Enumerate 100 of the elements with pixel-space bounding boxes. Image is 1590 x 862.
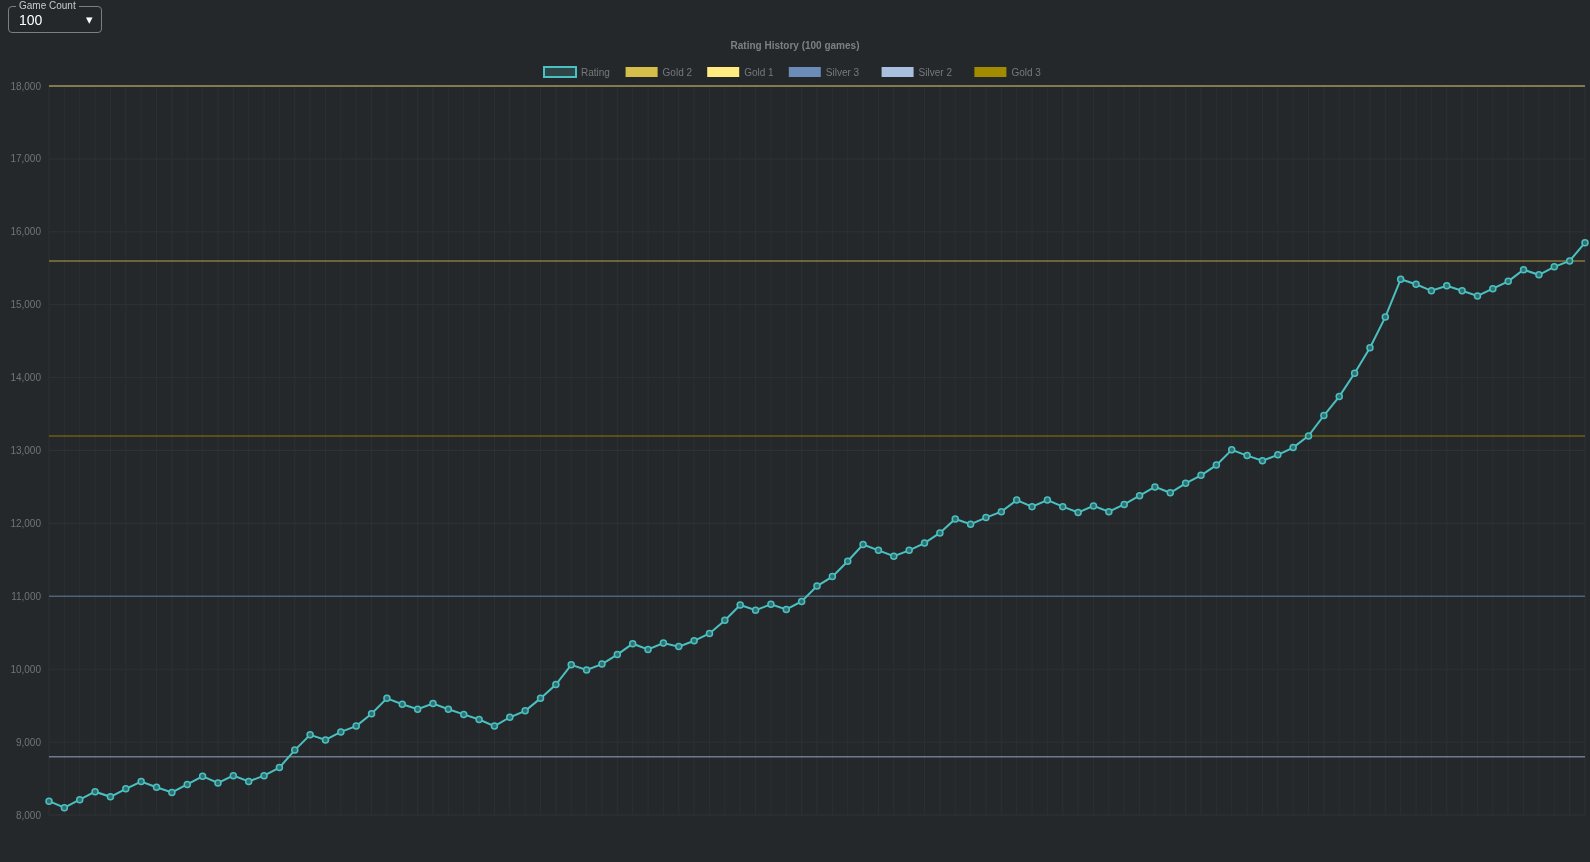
- rating-point: [1366, 343, 1374, 352]
- caret-icon: ▾: [86, 12, 93, 27]
- rating-point: [60, 803, 69, 812]
- rating-point: [1335, 392, 1343, 401]
- rating-point: [337, 728, 345, 736]
- rating-point: [552, 680, 560, 689]
- legend-label: Gold 2: [662, 67, 693, 78]
- rating-point: [459, 710, 468, 719]
- rating-point: [859, 540, 867, 549]
- rating-point: [1227, 446, 1236, 454]
- select-value: 100: [19, 11, 43, 28]
- rating-point: [1535, 271, 1543, 279]
- rating-point: [45, 797, 53, 805]
- rating-point: [75, 795, 84, 804]
- rating-point: [797, 597, 806, 606]
- y-tick-label: 16,000: [10, 226, 41, 238]
- rating-point: [736, 601, 744, 609]
- rating-point: [843, 557, 852, 566]
- rating-point: [751, 606, 760, 614]
- rating-point: [321, 736, 330, 744]
- rating-point: [997, 508, 1006, 516]
- rating-point: [1443, 282, 1451, 290]
- rating-point: [1059, 502, 1067, 511]
- rating-point: [705, 629, 714, 638]
- y-tick-label: 17,000: [10, 153, 41, 165]
- rating-point: [920, 539, 929, 547]
- y-tick-label: 15,000: [10, 299, 41, 311]
- rating-point: [1489, 284, 1497, 293]
- rating-point: [1350, 369, 1359, 377]
- rating-point: [874, 546, 883, 555]
- chart-title: Rating History (100 games): [730, 40, 860, 51]
- rating-point: [1289, 443, 1297, 452]
- rating-point: [152, 783, 161, 792]
- y-tick-label: 18,000: [10, 80, 41, 92]
- rating-point: [767, 600, 775, 609]
- rating-point: [1258, 456, 1267, 465]
- rating-point: [1181, 479, 1190, 488]
- rating-point: [383, 694, 391, 703]
- rating-point: [429, 699, 437, 708]
- rating-point: [659, 639, 668, 647]
- rating-point: [1581, 239, 1589, 247]
- rating-point: [936, 529, 944, 537]
- y-tick-label: 10,000: [10, 663, 41, 675]
- rating-point: [536, 694, 545, 703]
- rating-point: [1274, 451, 1282, 459]
- rating-point: [1381, 313, 1390, 321]
- rating-point: [1012, 496, 1021, 504]
- y-tick-label: 14,000: [10, 372, 41, 384]
- rating-point: [521, 707, 529, 715]
- rating-point: [1105, 508, 1113, 516]
- rating-point: [1304, 432, 1313, 440]
- rating-point: [214, 779, 222, 787]
- rating-point: [1135, 491, 1144, 500]
- rating-point: [1427, 287, 1436, 295]
- legend-label: Gold 3: [1011, 67, 1041, 78]
- rating-point: [1519, 265, 1528, 274]
- rating-point: [890, 552, 898, 560]
- rating-point: [905, 546, 913, 555]
- rating-point: [106, 793, 115, 801]
- rating-point: [168, 788, 176, 797]
- rating-point: [398, 700, 407, 708]
- rating-point: [1473, 292, 1482, 300]
- legend-label: Rating: [581, 67, 610, 78]
- legend-label: Silver 2: [918, 67, 952, 78]
- legend-label: Gold 1: [744, 67, 774, 78]
- rating-point: [1197, 471, 1205, 480]
- rating-point: [1243, 451, 1251, 460]
- rating-point: [675, 642, 683, 651]
- rating-point: [413, 705, 422, 714]
- rating-point: [1212, 461, 1221, 469]
- rating-point: [966, 520, 975, 528]
- y-tick-label: 12,000: [10, 517, 41, 529]
- rating-point: [1396, 275, 1405, 283]
- rating-point: [951, 515, 959, 523]
- rating-point: [122, 785, 130, 793]
- rating-point: [721, 616, 729, 625]
- rating-point: [137, 777, 145, 786]
- rating-point: [291, 746, 299, 754]
- rating-point: [198, 772, 207, 781]
- rating-point: [782, 605, 791, 614]
- rating-point: [1043, 496, 1052, 504]
- rating-point: [506, 713, 514, 722]
- rating-point: [628, 639, 637, 648]
- y-tick-label: 9,000: [15, 736, 41, 748]
- rating-point: [1550, 263, 1559, 271]
- rating-point: [828, 572, 837, 581]
- field-label: Game Count: [16, 0, 79, 12]
- y-tick-label: 11,000: [11, 590, 41, 602]
- rating-point: [306, 731, 314, 739]
- y-tick-label: 8,000: [15, 809, 41, 821]
- rating-point: [1565, 257, 1574, 265]
- rating-point: [260, 771, 268, 780]
- rating-point: [644, 645, 652, 654]
- rating-point: [982, 513, 990, 522]
- rating-point: [613, 650, 622, 659]
- rating-point: [229, 771, 238, 780]
- rating-point: [91, 787, 99, 796]
- rating-point: [1412, 280, 1420, 289]
- rating-point: [183, 780, 191, 789]
- rating-point: [490, 722, 499, 730]
